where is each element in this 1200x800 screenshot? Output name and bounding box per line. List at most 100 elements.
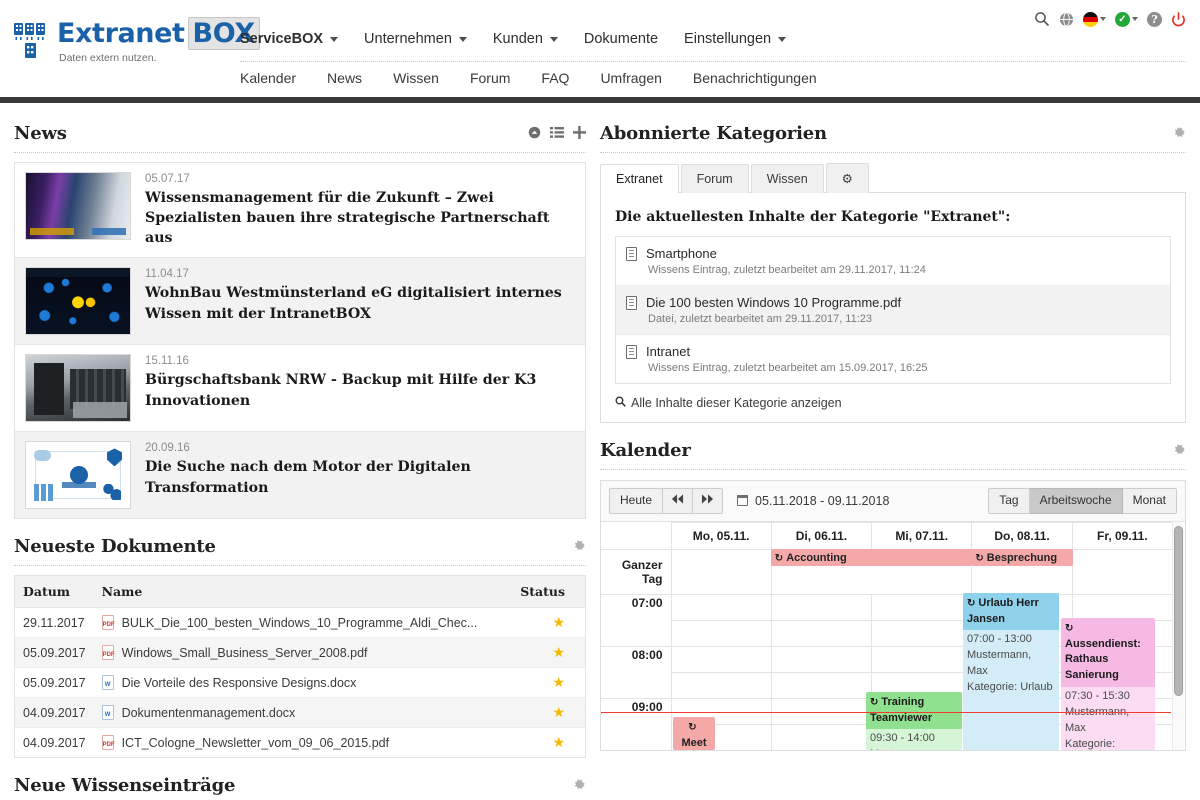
calendar-slot[interactable] — [770, 723, 873, 750]
calendar-scrollbar-thumb[interactable] — [1174, 525, 1183, 696]
calendar-event[interactable]: ↻Training Teamviewer 09:30 - 14:00 Muste… — [866, 691, 962, 750]
table-row[interactable]: 29.11.2017 BULK_Die_100_besten_Windows_1… — [14, 607, 586, 639]
calendar-slot[interactable] — [871, 619, 973, 647]
nav-item-einstellungen[interactable]: Einstellungen — [684, 31, 787, 47]
next-week-button[interactable] — [693, 488, 724, 514]
gear-icon[interactable] — [1172, 443, 1186, 459]
show-all-category-content-link[interactable]: Alle Inhalte dieser Kategorie anzeigen — [615, 396, 1171, 410]
list-item[interactable]: Smartphone Wissens Eintrag, zuletzt bear… — [616, 237, 1170, 286]
tab-extranet[interactable]: Extranet — [600, 164, 679, 193]
star-icon[interactable]: ★ — [552, 704, 565, 720]
table-row[interactable]: 05.09.2017 Die Vorteile des Responsive D… — [14, 667, 586, 699]
doc-name[interactable]: Dokumentenmanagement.docx — [113, 697, 508, 729]
gear-icon[interactable] — [572, 539, 586, 555]
calendar-slot[interactable] — [670, 619, 772, 647]
brand-logo[interactable]: Extranet BOX Daten extern nutzen. — [14, 17, 260, 65]
news-panel: News 05.07.17 Wissensmanagement für die … — [14, 123, 586, 520]
calendar-slot[interactable] — [1071, 593, 1174, 621]
calendar-event[interactable]: ↻ Meet Mülle AG — [673, 716, 715, 750]
news-item[interactable]: 20.09.16 Die Suche nach dem Motor der Di… — [15, 432, 585, 519]
subnav-item-faq[interactable]: FAQ — [541, 70, 569, 86]
item-name[interactable]: Intranet — [646, 344, 690, 359]
view-monat-button[interactable]: Monat — [1122, 488, 1177, 514]
allday-cell-mo[interactable] — [670, 548, 772, 595]
today-button[interactable]: Heute — [609, 488, 664, 514]
calendar-slot[interactable] — [770, 645, 873, 673]
table-row[interactable]: 04.09.2017 ICT_Cologne_Newsletter_vom_09… — [15, 728, 586, 758]
calendar-slot[interactable] — [871, 645, 973, 673]
list-view-icon[interactable] — [550, 126, 564, 141]
column-header-datum[interactable]: Datum — [14, 575, 94, 609]
calendar-day-do[interactable]: Do, 08.11. — [971, 521, 1073, 550]
nav-item-unternehmen[interactable]: Unternehmen — [364, 31, 467, 47]
subnav-item-benachrichtigungen[interactable]: Benachrichtigungen — [693, 70, 817, 86]
list-item[interactable]: Die 100 besten Windows 10 Programme.pdf … — [616, 286, 1170, 335]
column-header-name[interactable]: Name — [93, 575, 508, 609]
allday-cell-do[interactable]: ↻Besprechung mi — [971, 548, 1073, 595]
calendar-event[interactable]: ↻ Urlaub Herr Jansen 07:00 - 13:00 Muster… — [963, 592, 1059, 750]
news-title[interactable]: Die Suche nach dem Motor der Digitalen T… — [145, 457, 575, 497]
calendar-slot[interactable] — [670, 593, 772, 621]
allday-cell-di-mi[interactable]: ↻ Accounting — [770, 548, 973, 595]
list-item[interactable]: Intranet Wissens Eintrag, zuletzt bearbe… — [616, 335, 1170, 383]
doc-name[interactable]: Die Vorteile des Responsive Designs.docx — [113, 667, 508, 699]
news-title[interactable]: Bürgschaftsbank NRW - Backup mit Hilfe d… — [145, 370, 575, 410]
calendar-day-fr[interactable]: Fr, 09.11. — [1071, 521, 1174, 550]
calendar-day-mi[interactable]: Mi, 07.11. — [871, 521, 973, 550]
subnav-item-news[interactable]: News — [327, 70, 362, 86]
calendar-slot[interactable] — [770, 593, 873, 621]
nav-item-kunden[interactable]: Kunden — [493, 31, 558, 47]
calendar-slot[interactable] — [770, 671, 873, 699]
prev-week-button[interactable] — [663, 488, 694, 514]
doc-name[interactable]: BULK_Die_100_besten_Windows_10_Programme… — [113, 607, 508, 639]
help-icon[interactable]: ? — [1147, 11, 1162, 27]
item-name[interactable]: Smartphone — [646, 246, 717, 261]
item-name[interactable]: Die 100 besten Windows 10 Programme.pdf — [646, 295, 901, 310]
table-row[interactable]: 04.09.2017 Dokumentenmanagement.docx ★ — [14, 697, 586, 729]
subnav-item-wissen[interactable]: Wissen — [393, 70, 439, 86]
tab-wissen[interactable]: Wissen — [750, 164, 824, 193]
calendar-day-mo[interactable]: Mo, 05.11. — [670, 521, 772, 550]
column-header-status[interactable]: Status — [507, 575, 586, 609]
calendar-allday-event[interactable]: ↻ Accounting — [770, 548, 973, 566]
calendar-slot[interactable] — [670, 645, 772, 673]
calendar-allday-event[interactable]: ↻Besprechung mi — [971, 548, 1073, 566]
calendar-slot[interactable] — [871, 593, 973, 621]
subnav-item-forum[interactable]: Forum — [470, 70, 510, 86]
gear-icon[interactable] — [572, 778, 586, 794]
subnav-item-umfragen[interactable]: Umfragen — [600, 70, 661, 86]
news-item[interactable]: 05.07.17 Wissensmanagement für die Zukun… — [15, 163, 585, 259]
doc-name[interactable]: ICT_Cologne_Newsletter_vom_09_06_2015.pd… — [114, 728, 508, 758]
search-icon[interactable] — [1034, 11, 1050, 27]
calendar-grid: Mo, 05.11. Di, 06.11. Mi, 07.11. Do, 08.… — [601, 521, 1185, 750]
nav-item-servicebox[interactable]: ServiceBOX — [240, 31, 339, 47]
doc-name[interactable]: Windows_Small_Business_Server_2008.pdf — [113, 637, 508, 669]
tab-settings-gear-icon[interactable]: ⚙ — [825, 163, 869, 193]
star-icon[interactable]: ★ — [552, 644, 565, 660]
view-arbeitswoche-button[interactable]: Arbeitswoche — [1029, 488, 1123, 514]
logout-icon[interactable] — [1171, 11, 1186, 27]
globe-icon[interactable] — [1059, 11, 1074, 27]
move-icon[interactable] — [573, 126, 586, 141]
star-icon[interactable]: ★ — [552, 674, 565, 690]
view-tag-button[interactable]: Tag — [988, 488, 1030, 514]
calendar-event[interactable]: ↻ Aussendienst: Rathaus Sanierung 07:30 -… — [1061, 617, 1155, 750]
calendar-slot[interactable] — [770, 619, 873, 647]
collapse-icon[interactable] — [528, 126, 541, 141]
news-item[interactable]: 15.11.16 Bürgschaftsbank NRW - Backup mi… — [15, 345, 585, 433]
gear-icon[interactable] — [1172, 126, 1186, 142]
news-item[interactable]: 11.04.17 WohnBau Westmünsterland eG digi… — [15, 258, 585, 346]
calendar-day-di[interactable]: Di, 06.11. — [770, 521, 873, 550]
status-ok-icon[interactable]: ✓ — [1115, 11, 1138, 27]
tab-forum[interactable]: Forum — [680, 164, 749, 193]
nav-item-dokumente[interactable]: Dokumente — [584, 31, 658, 47]
calendar-slot[interactable] — [670, 671, 772, 699]
language-flag-de-icon[interactable] — [1083, 11, 1106, 27]
star-icon[interactable]: ★ — [552, 614, 565, 630]
allday-cell-fr[interactable] — [1071, 548, 1174, 595]
star-icon[interactable]: ★ — [552, 734, 565, 750]
news-title[interactable]: Wissensmanagement für die Zukunft – Zwei… — [145, 188, 575, 248]
table-row[interactable]: 05.09.2017 Windows_Small_Business_Server… — [14, 637, 586, 669]
subnav-item-kalender[interactable]: Kalender — [240, 70, 296, 86]
news-title[interactable]: WohnBau Westmünsterland eG digitalisiert… — [145, 283, 575, 323]
